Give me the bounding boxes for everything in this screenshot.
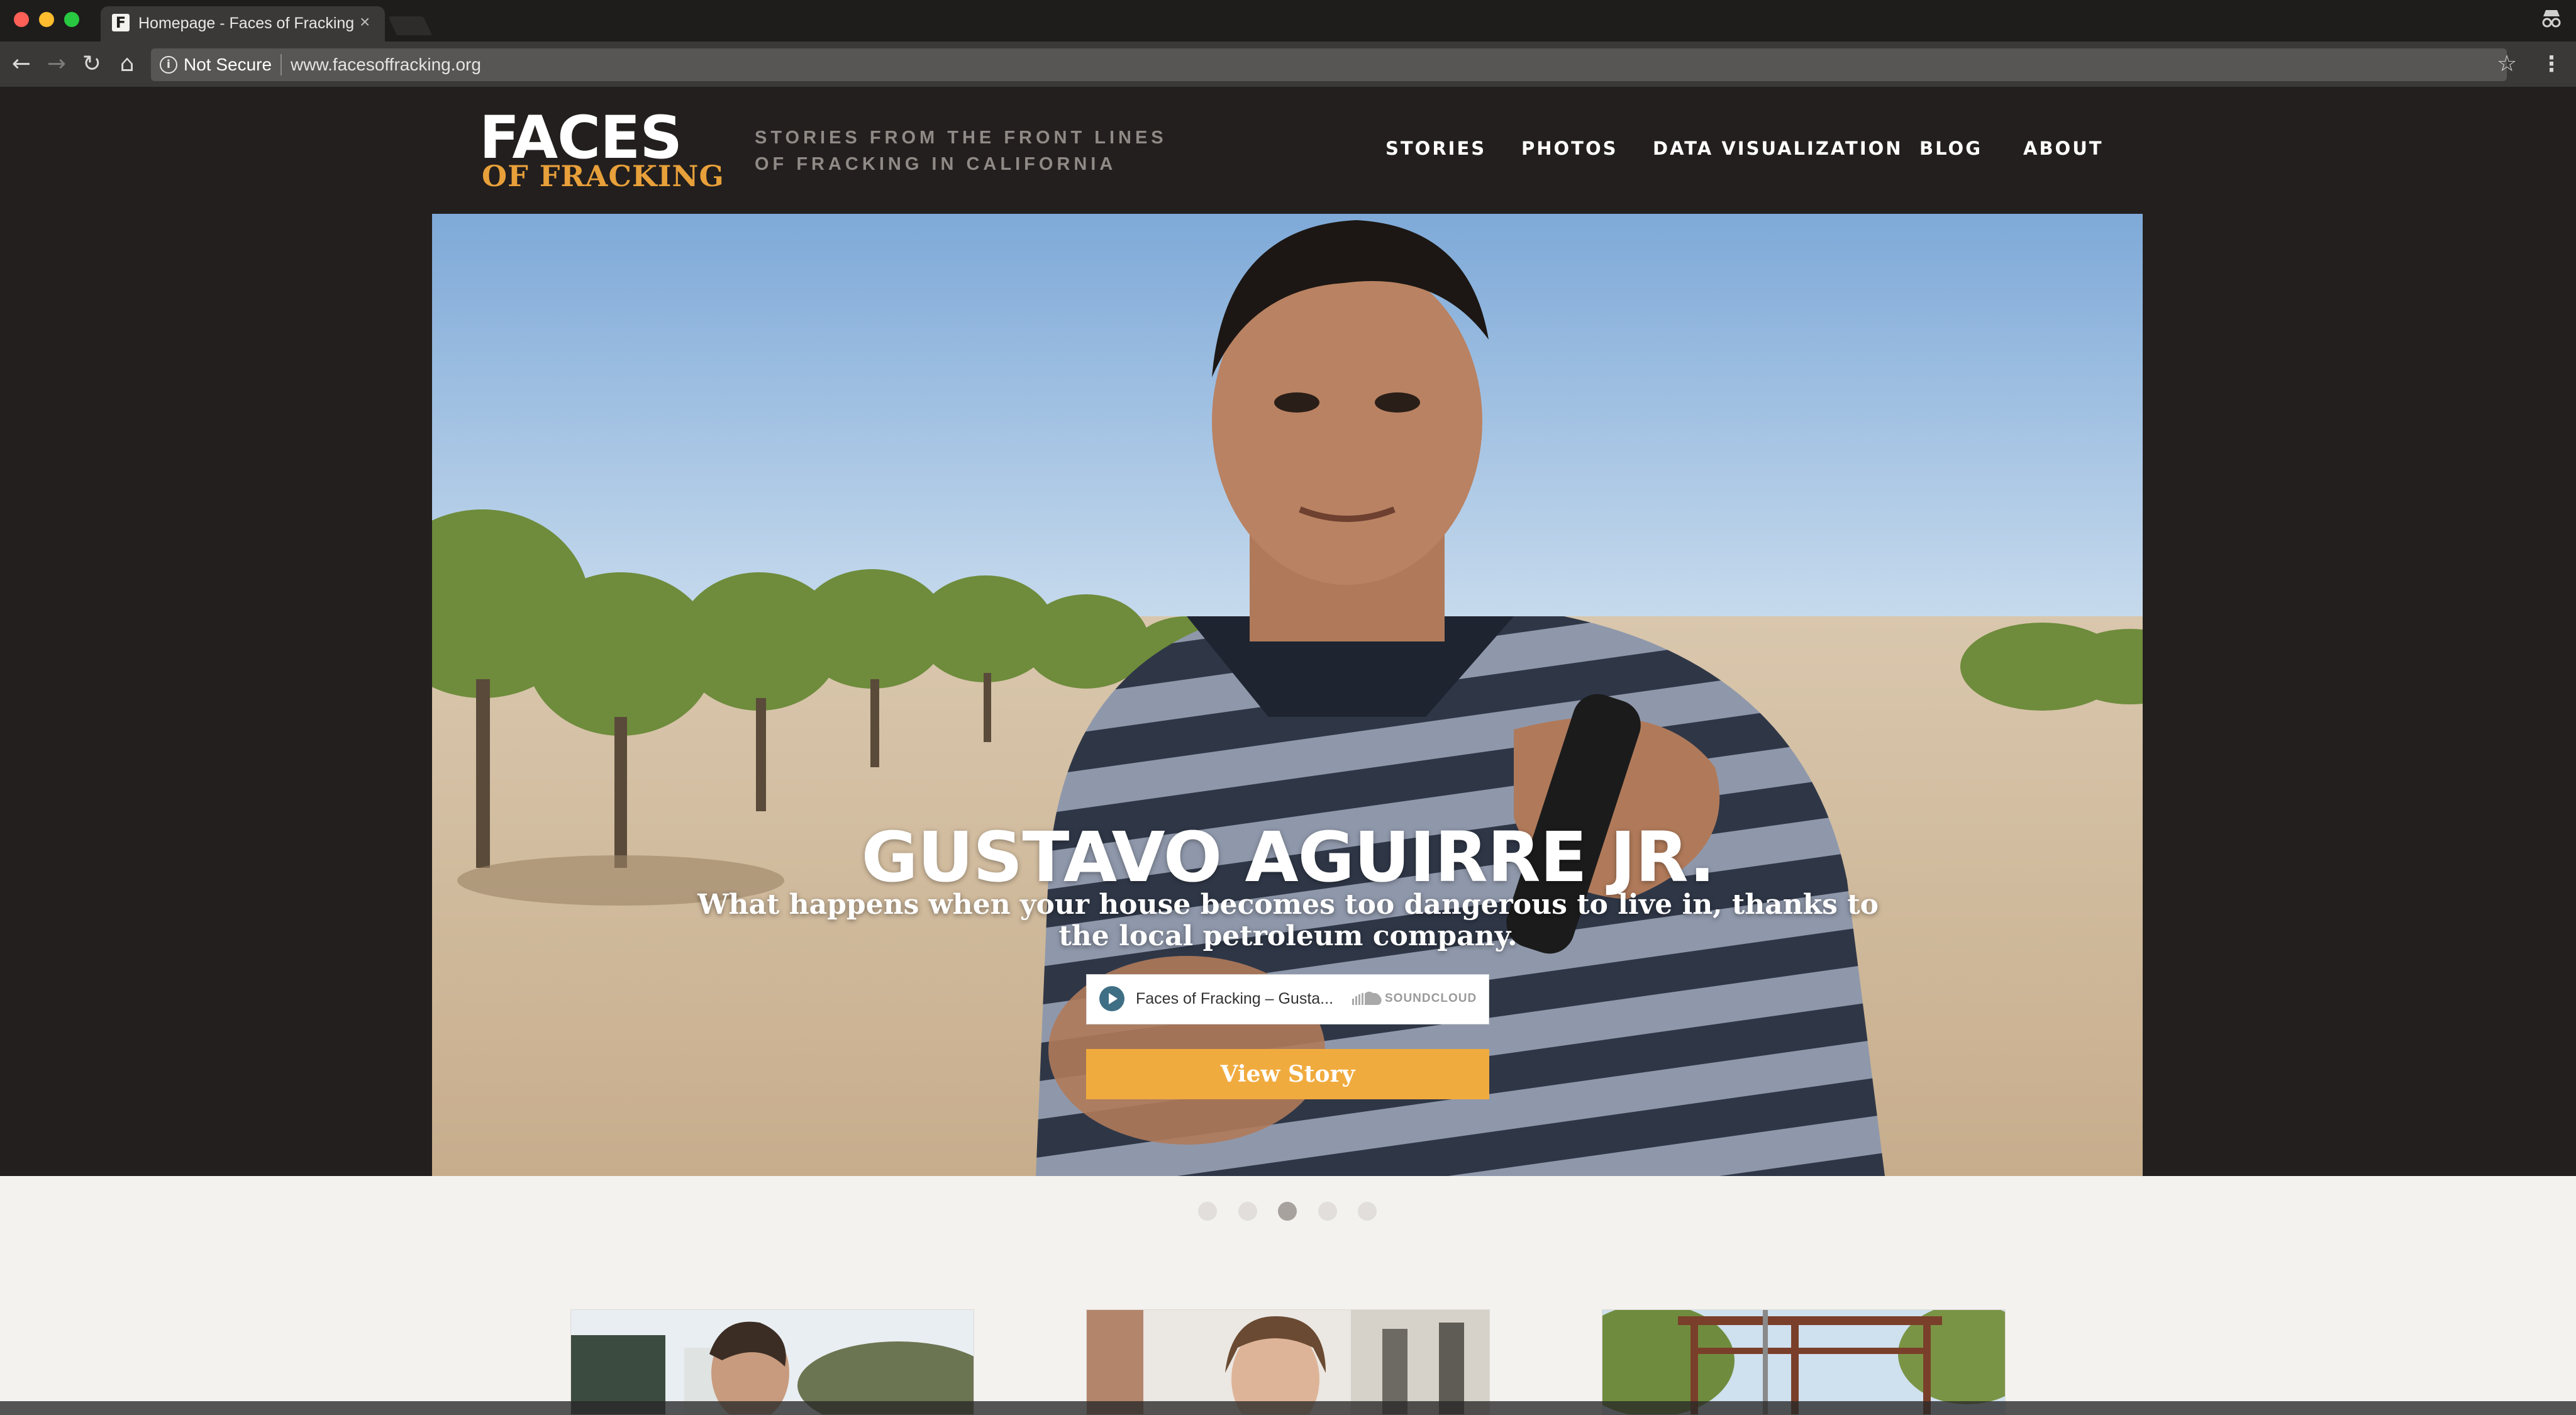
track-title[interactable]: Faces of Fracking – Gusta... <box>1136 987 1333 1010</box>
home-icon[interactable]: ⌂ <box>113 50 141 78</box>
carousel-dot-2[interactable] <box>1238 1202 1257 1221</box>
site-tagline: STORIES FROM THE FRONT LINES OF FRACKING… <box>755 128 1167 174</box>
security-label[interactable]: Not Secure <box>184 54 272 75</box>
incognito-glyph <box>2542 10 2561 28</box>
carousel-dot-4[interactable] <box>1318 1202 1337 1221</box>
soundcloud-label[interactable]: SOUNDCLOUD <box>1385 990 1477 1007</box>
menu-icon[interactable]: ⋮ <box>2541 50 2562 78</box>
zoom-window-button[interactable] <box>64 12 79 27</box>
view-story-button[interactable]: View Story <box>1086 1049 1489 1099</box>
back-icon[interactable]: ← <box>8 50 35 78</box>
story-card-1-photo <box>571 1310 974 1414</box>
soundcloud-glyph <box>1352 991 1382 1005</box>
minimize-window-button[interactable] <box>39 12 54 27</box>
site-logo[interactable]: FACES OF FRACKING <box>479 107 724 193</box>
play-icon <box>1109 993 1118 1004</box>
story-card-1[interactable] <box>570 1309 974 1415</box>
close-window-button[interactable] <box>14 12 29 27</box>
tab-close-icon[interactable]: × <box>360 13 370 31</box>
info-icon[interactable]: i <box>160 56 177 74</box>
site-header <box>0 87 2576 214</box>
tab-title: Homepage - Faces of Fracking <box>138 14 355 32</box>
nav-about[interactable]: ABOUT <box>2023 137 2104 160</box>
logo-of-fracking: OF FRACKING <box>482 159 724 193</box>
address-bar[interactable] <box>151 48 2507 81</box>
story-card-3[interactable] <box>1602 1309 2006 1415</box>
hero-photo-illustration <box>432 214 2143 1176</box>
nav-blog[interactable]: BLOG <box>1919 137 1982 160</box>
hero-title: GUSTAVO AGUIRRE JR. <box>861 817 1716 897</box>
reload-icon[interactable]: ↻ <box>78 50 106 78</box>
hero-photo <box>432 214 2143 1176</box>
story-card-3-photo <box>1602 1310 2005 1414</box>
soundcloud-icon <box>1352 990 1382 1006</box>
nav-data-visualization[interactable]: DATA VISUALIZATION <box>1653 137 1903 160</box>
address-divider <box>280 54 282 75</box>
carousel-dot-5[interactable] <box>1358 1202 1377 1221</box>
url-text[interactable]: www.facesoffracking.org <box>291 54 481 75</box>
story-card-2[interactable] <box>1086 1309 1490 1415</box>
star-icon[interactable]: ☆ <box>2497 50 2517 78</box>
nav-stories[interactable]: STORIES <box>1385 137 1486 160</box>
browser-tab-bar <box>0 0 2576 42</box>
nav-photos[interactable]: PHOTOS <box>1521 137 1618 160</box>
hero-description: What happens when your house becomes too… <box>697 889 1879 952</box>
forward-icon[interactable]: → <box>43 50 70 78</box>
favicon-icon: F <box>112 14 130 31</box>
incognito-icon[interactable] <box>2541 9 2562 33</box>
carousel-dot-3[interactable] <box>1278 1202 1297 1221</box>
carousel-dot-1[interactable] <box>1198 1202 1217 1221</box>
bottom-overlay-bar <box>0 1401 2576 1415</box>
story-card-2-photo <box>1087 1310 1489 1414</box>
